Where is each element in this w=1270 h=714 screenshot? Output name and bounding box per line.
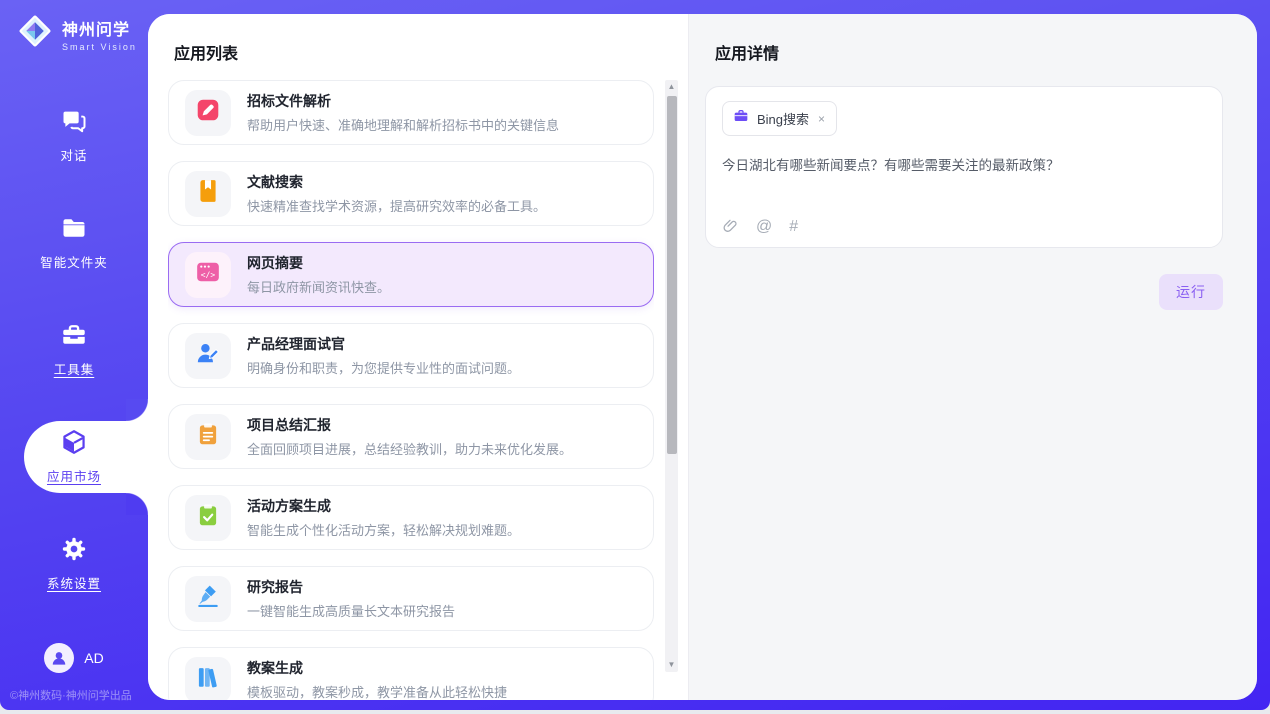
research-icon	[195, 583, 221, 614]
app-card-desc: 帮助用户快速、准确地理解和解析招标书中的关键信息	[247, 115, 559, 134]
clipboard-check-icon	[195, 502, 221, 533]
clipboard-icon	[195, 421, 221, 452]
app-card-desc: 每日政府新闻资讯快查。	[247, 277, 390, 296]
app-card-list: 招标文件解析帮助用户快速、准确地理解和解析招标书中的关键信息文献搜索快速精准查找…	[168, 80, 654, 700]
app-window: 神州问学 Smart Vision 对话智能文件夹工具集应用市场系统设置 AD …	[0, 0, 1270, 714]
app-detail-panel: 应用详情 Bing搜索 × 今日湖北有哪些新闻要点？有哪些需要关注的最新政策？ …	[688, 14, 1257, 700]
sidebar-item-label: 对话	[60, 145, 87, 164]
scrollbar-up-icon[interactable]: ▲	[665, 80, 678, 94]
app-card-desc: 智能生成个性化活动方案，轻松解决规划难题。	[247, 520, 520, 539]
toolbox-icon	[60, 321, 88, 351]
sidebar-nav: 对话智能文件夹工具集应用市场系统设置	[0, 82, 148, 617]
sidebar-item-label: 工具集	[54, 359, 95, 378]
app-card-title: 网页摘要	[247, 253, 390, 273]
logo-title: 神州问学	[62, 16, 137, 40]
app-card-desc: 一键智能生成高质量长文本研究报告	[247, 601, 455, 620]
app-card[interactable]: 活动方案生成智能生成个性化活动方案，轻松解决规划难题。	[168, 485, 654, 550]
app-card-title: 教案生成	[247, 658, 507, 678]
avatar	[44, 643, 74, 673]
app-list-title: 应用列表	[148, 14, 688, 64]
scrollbar-thumb[interactable]	[667, 96, 677, 454]
user-profile[interactable]: AD	[0, 643, 148, 673]
app-card[interactable]: 产品经理面试官明确身份和职责，为您提供专业性的面试问题。	[168, 323, 654, 388]
app-icon-tile	[185, 495, 231, 541]
books-icon	[195, 664, 221, 695]
hash-icon[interactable]: #	[789, 219, 798, 235]
app-card[interactable]: 招标文件解析帮助用户快速、准确地理解和解析招标书中的关键信息	[168, 80, 654, 145]
app-card-title: 研究报告	[247, 577, 455, 597]
browser-code-icon: </>	[195, 259, 221, 290]
app-icon-tile	[185, 90, 231, 136]
sidebar-item-label: 系统设置	[47, 573, 101, 592]
app-card-title: 活动方案生成	[247, 496, 520, 516]
sidebar-item-folder[interactable]: 智能文件夹	[0, 189, 148, 296]
app-card[interactable]: 教案生成模板驱动，教案秒成，教学准备从此轻松快捷	[168, 647, 654, 700]
app-icon-tile	[185, 171, 231, 217]
app-list-panel: 应用列表 招标文件解析帮助用户快速、准确地理解和解析招标书中的关键信息文献搜索快…	[148, 14, 688, 700]
app-card-desc: 明确身份和职责，为您提供专业性的面试问题。	[247, 358, 520, 377]
logo: 神州问学 Smart Vision	[16, 12, 137, 55]
svg-text:</>: </>	[201, 270, 216, 280]
app-card-desc: 快速精准查找学术资源，提高研究效率的必备工具。	[247, 196, 546, 215]
app-card-title: 产品经理面试官	[247, 334, 520, 354]
prompt-input[interactable]: 今日湖北有哪些新闻要点？有哪些需要关注的最新政策？	[722, 156, 1206, 176]
briefcase-icon	[733, 108, 749, 129]
app-icon-tile: </>	[185, 252, 231, 298]
book-icon	[195, 178, 221, 209]
app-icon-tile	[185, 333, 231, 379]
copyright: ©神州数码·神州问学出品	[10, 687, 132, 703]
sidebar-item-label: 智能文件夹	[40, 252, 108, 271]
gear-icon	[60, 535, 88, 565]
app-card[interactable]: 项目总结汇报全面回顾项目进展，总结经验教训，助力未来优化发展。	[168, 404, 654, 469]
app-card-desc: 模板驱动，教案秒成，教学准备从此轻松快捷	[247, 682, 507, 700]
app-card-title: 项目总结汇报	[247, 415, 572, 435]
sidebar: 神州问学 Smart Vision 对话智能文件夹工具集应用市场系统设置 AD …	[0, 0, 148, 710]
scrollbar-down-icon[interactable]: ▼	[665, 658, 678, 672]
app-card[interactable]: 文献搜索快速精准查找学术资源，提高研究效率的必备工具。	[168, 161, 654, 226]
sidebar-item-gear[interactable]: 系统设置	[0, 510, 148, 617]
paperclip-icon[interactable]	[722, 218, 739, 235]
prompt-toolbar: @#	[722, 218, 798, 235]
sidebar-item-label: 应用市场	[47, 466, 101, 485]
app-icon-tile	[185, 414, 231, 460]
cube-icon	[60, 428, 88, 458]
app-card-desc: 全面回顾项目进展，总结经验教训，助力未来优化发展。	[247, 439, 572, 458]
folder-icon	[60, 214, 88, 244]
logo-subtitle: Smart Vision	[62, 42, 137, 52]
user-initials: AD	[84, 650, 103, 666]
main-content: 应用列表 招标文件解析帮助用户快速、准确地理解和解析招标书中的关键信息文献搜索快…	[148, 14, 1257, 700]
sidebar-item-toolbox[interactable]: 工具集	[0, 296, 148, 403]
app-card-title: 招标文件解析	[247, 91, 559, 111]
mention-icon[interactable]: @	[756, 219, 772, 235]
app-icon-tile	[185, 657, 231, 701]
tool-tag-bing-search[interactable]: Bing搜索 ×	[722, 101, 837, 136]
app-card[interactable]: 研究报告一键智能生成高质量长文本研究报告	[168, 566, 654, 631]
sidebar-item-cube[interactable]: 应用市场	[0, 403, 148, 510]
logo-diamond-icon	[16, 12, 54, 55]
sidebar-item-chat[interactable]: 对话	[0, 82, 148, 189]
app-card-title: 文献搜索	[247, 172, 546, 192]
interviewer-icon	[195, 340, 221, 371]
edit-icon	[195, 97, 221, 128]
close-icon[interactable]: ×	[817, 112, 826, 126]
chat-icon	[60, 107, 88, 137]
app-detail-title: 应用详情	[689, 14, 1257, 64]
run-button[interactable]: 运行	[1159, 274, 1223, 310]
prompt-card: Bing搜索 × 今日湖北有哪些新闻要点？有哪些需要关注的最新政策？ @#	[705, 86, 1223, 248]
app-card[interactable]: </> 网页摘要每日政府新闻资讯快查。	[168, 242, 654, 307]
app-icon-tile	[185, 576, 231, 622]
scrollbar[interactable]: ▲ ▼	[665, 80, 678, 672]
tool-tag-label: Bing搜索	[757, 109, 809, 128]
